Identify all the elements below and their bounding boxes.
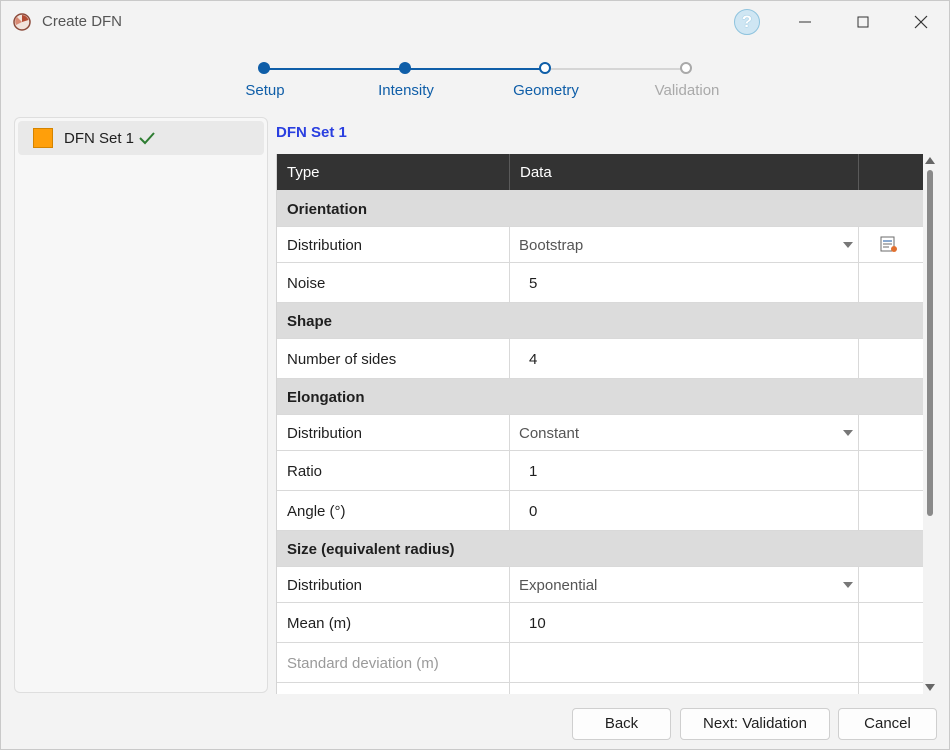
- row-label: Distribution: [287, 577, 363, 594]
- help-icon: ?: [741, 12, 753, 31]
- help-button[interactable]: ?: [734, 9, 760, 35]
- row-label: Number of sides: [287, 351, 397, 368]
- chevron-down-icon[interactable]: [843, 582, 853, 588]
- title-bar: Create DFN ?: [1, 1, 949, 43]
- distribution-dropdown[interactable]: Exponential: [519, 577, 597, 594]
- table-row: [277, 683, 923, 694]
- step-label-intensity[interactable]: Intensity: [346, 82, 466, 99]
- table-row: Noise 5: [277, 263, 923, 303]
- step-label-geometry[interactable]: Geometry: [486, 82, 606, 99]
- angle-input[interactable]: 0: [529, 503, 537, 520]
- table-row: Distribution Constant: [277, 415, 923, 451]
- section-row-orientation: Orientation: [277, 190, 923, 227]
- grid-header: Type Data: [277, 154, 923, 190]
- step-dot-validation: [680, 62, 692, 74]
- checkmark-icon: [139, 132, 155, 145]
- scroll-up-icon[interactable]: [925, 157, 935, 164]
- row-label: Distribution: [287, 237, 363, 254]
- table-row: Standard deviation (m): [277, 643, 923, 683]
- section-row-shape: Shape: [277, 303, 923, 339]
- step-dot-geometry[interactable]: [539, 62, 551, 74]
- app-logo-icon: [13, 13, 31, 31]
- set-list-item[interactable]: DFN Set 1: [18, 121, 264, 155]
- column-header-data: Data: [520, 164, 552, 181]
- table-row: Distribution Bootstrap: [277, 227, 923, 263]
- table-row: Ratio 1: [277, 451, 923, 491]
- distribution-dropdown[interactable]: Bootstrap: [519, 237, 583, 254]
- stepper-line-pending: [545, 68, 686, 70]
- row-label: Ratio: [287, 463, 323, 480]
- table-row: Mean (m) 10: [277, 603, 923, 643]
- step-label-validation: Validation: [654, 82, 720, 99]
- set-list-item-label: DFN Set 1: [64, 130, 135, 147]
- section-row-size: Size (equivalent radius): [277, 531, 923, 567]
- table-row: Number of sides 4: [277, 339, 923, 379]
- cancel-button[interactable]: Cancel: [838, 708, 937, 740]
- chevron-down-icon[interactable]: [843, 430, 853, 436]
- next-validation-button[interactable]: Next: Validation: [680, 708, 830, 740]
- dfn-set-list: DFN Set 1: [14, 117, 268, 693]
- header-divider: [858, 154, 859, 190]
- grid-scrollbar[interactable]: [923, 154, 937, 694]
- section-label: Elongation: [287, 389, 365, 406]
- properties-grid: Type Data Orientation Distribution Boots…: [276, 154, 923, 694]
- distribution-dropdown[interactable]: Constant: [519, 425, 579, 442]
- column-header-type: Type: [287, 164, 320, 181]
- row-label: Mean (m): [287, 615, 352, 632]
- section-label: Shape: [287, 313, 333, 330]
- header-divider: [509, 154, 510, 190]
- scrollbar-thumb[interactable]: [927, 170, 933, 516]
- row-label: Angle (°): [287, 503, 346, 520]
- section-label: Size (equivalent radius): [287, 541, 455, 558]
- create-dfn-dialog: Create DFN ? Setup Intensity Geometry Va…: [0, 0, 950, 750]
- step-label-setup[interactable]: Setup: [205, 82, 325, 99]
- chevron-down-icon[interactable]: [843, 242, 853, 248]
- mean-input[interactable]: 10: [529, 615, 546, 632]
- panel-title: DFN Set 1: [276, 124, 347, 141]
- number-of-sides-input[interactable]: 4: [529, 351, 537, 368]
- edit-table-icon[interactable]: [880, 236, 898, 253]
- noise-input[interactable]: 5: [529, 275, 537, 292]
- window-title: Create DFN: [42, 13, 123, 30]
- ratio-input[interactable]: 1: [529, 463, 537, 480]
- row-label: Distribution: [287, 425, 363, 442]
- scroll-down-icon[interactable]: [925, 684, 935, 691]
- back-button[interactable]: Back: [572, 708, 671, 740]
- row-label-disabled: Standard deviation (m): [287, 655, 439, 672]
- minimize-icon[interactable]: [791, 9, 819, 35]
- section-label: Orientation: [287, 201, 368, 218]
- row-label: Noise: [287, 275, 326, 292]
- table-row: Angle (°) 0: [277, 491, 923, 531]
- table-row: Distribution Exponential: [277, 567, 923, 603]
- set-color-swatch: [33, 128, 53, 148]
- section-row-elongation: Elongation: [277, 379, 923, 415]
- step-dot-intensity[interactable]: [399, 62, 411, 74]
- close-icon[interactable]: [907, 9, 935, 35]
- maximize-icon[interactable]: [849, 9, 877, 35]
- wizard-stepper: Setup Intensity Geometry Validation: [1, 56, 949, 106]
- step-dot-setup[interactable]: [258, 62, 270, 74]
